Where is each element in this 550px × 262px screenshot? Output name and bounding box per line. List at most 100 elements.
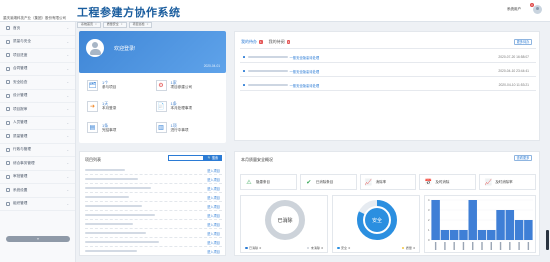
table-row: 进入项目 [85,175,222,184]
stat-label: 进行中事项 [170,127,189,132]
todo-item[interactable]: 一般安全隐患待处理 2020-04-10 23:44:41 [243,68,533,74]
sidebar-item-9[interactable]: 行政与管理 ⌄ [0,144,75,157]
safety-panel: 本月质量安全概况 查看更多 ⚠ 隐患条目 ✔ 已消除条目 📈 消除率 📅 及时消除 📈 及时消除率… [234,151,540,256]
bullet-icon [243,56,245,58]
sidebar-item-4[interactable]: 安全检查 ⌄ [0,76,75,90]
y-tick-label: 0 [428,238,430,242]
safety-stat[interactable]: ⚠ 隐患条目 [240,174,297,190]
enter-project-link[interactable]: 进入项目 [207,195,220,200]
todo-date: 2020-07-20 16:58:07 [498,55,529,59]
menu-icon [6,201,10,206]
enter-project-link[interactable]: 进入项目 [207,204,220,209]
sidebar-item-13[interactable]: 组织管理 ⌄ [0,198,75,211]
legend-item: 已消除 0 [245,246,261,250]
divider [240,62,536,63]
quick-stat-card[interactable]: ▥ 1项 进行中事项 [155,121,219,135]
more-todo-button[interactable]: 更多待办 [514,39,532,45]
enter-project-link[interactable]: 进入项目 [207,177,220,182]
sidebar-item-3[interactable]: 合同管理 ⌄ [0,63,75,76]
x-tick-label-redacted [453,242,455,250]
sidebar-item-7[interactable]: 人员管理 ⌄ [0,117,75,130]
project-search-button[interactable]: 🔍搜索 [204,155,222,161]
page-scrollbar[interactable] [546,230,549,250]
enter-project-link[interactable]: 进入项目 [207,231,220,236]
enter-project-link[interactable]: 进入项目 [207,186,220,191]
todo-item[interactable]: 一般安全隐患待处理 2020-04-10 11:53:21 [243,82,533,88]
project-search-input[interactable] [168,155,204,161]
tab-0[interactable]: 系统首页 × [77,22,101,28]
safety-stat[interactable]: 📈 及时消除率 [479,174,536,190]
company-name: 重庆渝湘科技产业（集团）股份有限公司 [3,16,66,20]
quick-stats: 🗂 1个 参与项目 ⚙ 1家 项目参建公司 ➜ 1天 本月登录 📄 1条 本月处理事项 ▤ 1条… [79,73,226,143]
quick-stat-card[interactable]: ⚙ 1家 项目参建公司 [155,78,219,92]
close-icon[interactable]: × [95,22,97,28]
ring2-label: 安全 [372,217,382,224]
sidebar-item-8[interactable]: 质量管理 ⌄ [0,130,75,144]
bar [524,220,533,240]
legend-label: 已消除 [249,246,259,250]
stat-icon: ⚠ [246,179,252,186]
sidebar-item-5[interactable]: 设计管理 ⌄ [0,90,75,103]
table-row: 进入项目 [85,211,222,220]
sidebar-item-12[interactable]: 系统设置 ⌄ [0,184,75,198]
stat-label: 已消除条目 [315,179,334,184]
sidebar-collapse-button[interactable]: « [6,236,70,242]
todo-item[interactable]: 一般安全隐患待处理 2020-07-20 16:58:07 [243,54,533,60]
sidebar-item-2[interactable]: 项目进度 ⌄ [0,49,75,63]
tab-pending[interactable]: 我的待办 1 [241,39,263,45]
quick-stat-card[interactable]: ➜ 1天 本月登录 [87,99,150,113]
chevron-down-icon: ⌄ [66,134,69,139]
sidebar-item-11[interactable]: 审批管理 ⌄ [0,171,75,184]
redacted-text [247,69,288,73]
todo-date: 2020-04-10 11:53:21 [498,83,529,87]
table-row: 进入项目 [85,220,222,229]
redacted-text [247,55,288,59]
user-name[interactable]: 系统用户 [507,7,521,12]
stat-icon: ✔ [306,179,312,186]
bar [496,210,505,240]
user-area[interactable]: 系统用户 3 [507,3,542,14]
legend-value: 0 [348,246,351,250]
quick-stat-card[interactable]: 🗂 1个 参与项目 [87,78,150,92]
sidebar-item-6[interactable]: 项目报审 ⌄ [0,103,75,117]
table-row: 进入项目 [85,202,222,211]
project-panel: 项目列表 🔍搜索 进入项目 进入项目 进入项目 进入项目 进入项目 进入项目 进入项目 进入项… [79,151,226,256]
stat-icon: 📈 [364,179,373,186]
enter-project-link[interactable]: 进入项目 [207,249,220,254]
user-avatar-icon[interactable]: 3 [530,3,542,14]
stat-icon: 🗂 [87,79,98,91]
tab-pending-label: 我的待办 [241,39,257,44]
project-title: 项目列表 [85,157,101,162]
sidebar-item-label: 审批管理 [13,174,28,179]
todo-text: 一般安全隐患待处理 [289,69,320,74]
sidebar-item-1[interactable]: 质量与安全 ⌄ [0,36,75,49]
legend-value: 0 [259,246,262,250]
x-tick-label-redacted [499,242,502,250]
close-icon[interactable]: × [147,22,149,28]
menu-icon [6,39,10,44]
sidebar-item-0[interactable]: 首页 ⌄ [0,22,75,36]
avatar-icon [86,39,104,57]
tab-2[interactable]: 项目巡检 × [128,22,153,28]
safety-stat[interactable]: 📅 及时消除 [419,174,477,190]
menu-icon [6,93,10,98]
sidebar-item-10[interactable]: 综合事务管理 ⌄ [0,157,75,171]
enter-project-link[interactable]: 进入项目 [207,168,220,173]
quick-stat-card[interactable]: 📄 1条 本月处理事项 [155,99,219,113]
welcome-card: 欢迎登录! 2020-04-01 [79,31,226,73]
enter-project-link[interactable]: 进入项目 [207,240,220,245]
tab-1[interactable]: 质量安全 × [102,22,127,28]
tab-notice[interactable]: 我的待阅 1 [269,39,291,45]
enter-project-link[interactable]: 进入项目 [207,213,220,218]
safety-more-button[interactable]: 查看更多 [514,155,532,161]
bar [449,230,459,240]
notification-badge: 3 [530,3,534,7]
safety-stat[interactable]: 📈 消除率 [359,174,417,190]
enter-project-link[interactable]: 进入项目 [207,222,220,227]
close-icon[interactable]: × [121,22,123,28]
safety-stat[interactable]: ✔ 已消除条目 [299,174,357,190]
sidebar-item-label: 质量与安全 [13,39,31,44]
app-title: 工程参建方协作系统 [77,6,181,19]
quick-stat-card[interactable]: ▤ 1条 完结事项 [87,121,150,135]
notice-count-badge: 1 [286,40,291,44]
